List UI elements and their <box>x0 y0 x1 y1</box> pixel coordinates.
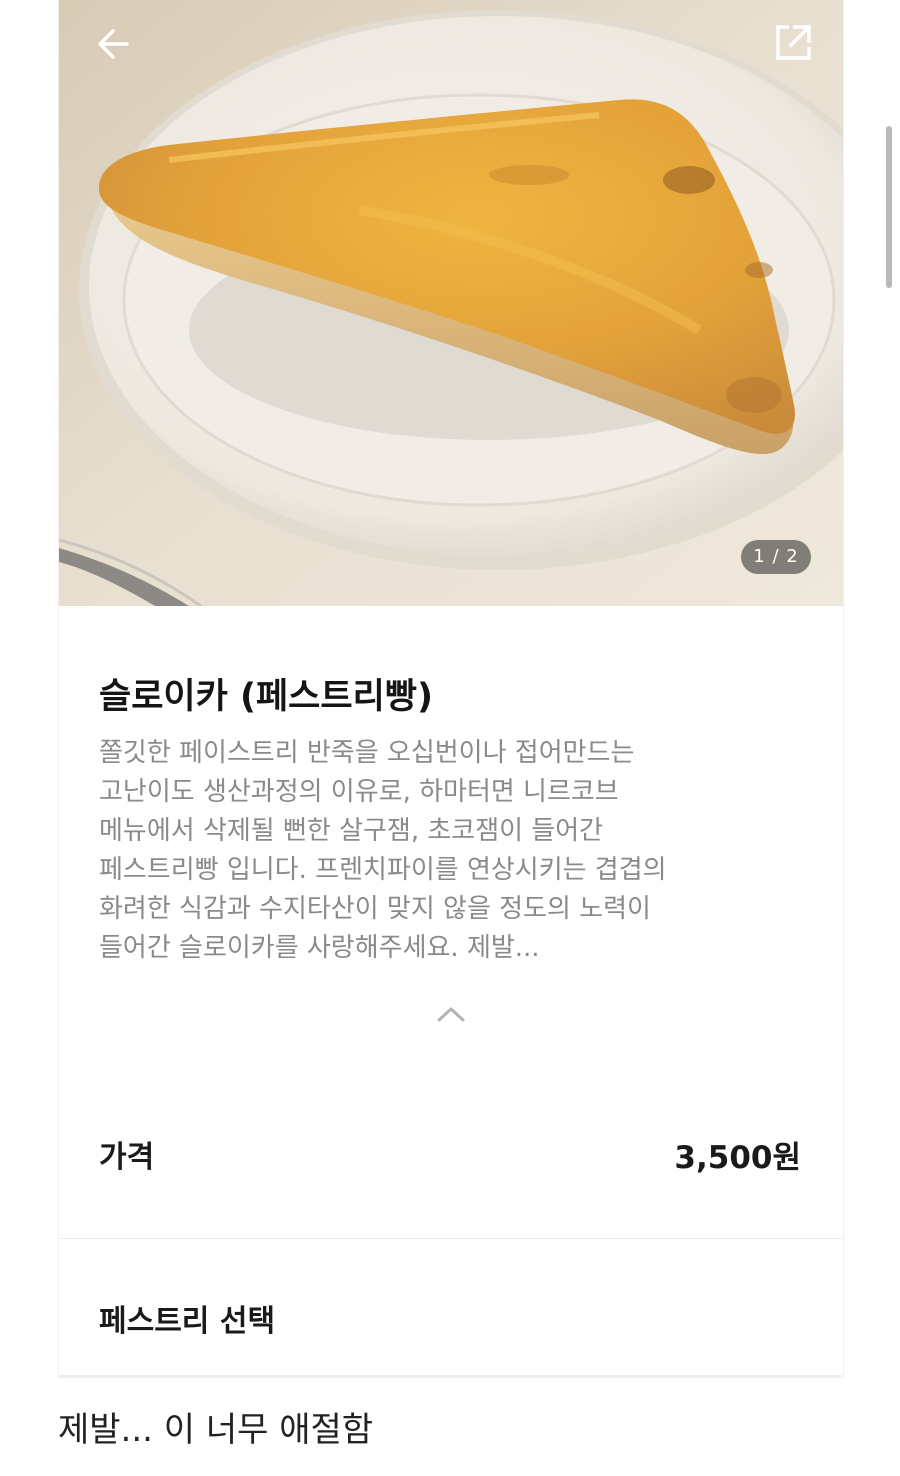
page: 1 / 2 슬로이카 (페스트리빵) 쫄깃한 페이스트리 반죽을 오십번이나 접… <box>0 0 900 1476</box>
product-detail-card: 1 / 2 슬로이카 (페스트리빵) 쫄깃한 페이스트리 반죽을 오십번이나 접… <box>58 0 844 1378</box>
share-button[interactable] <box>769 18 817 66</box>
collapse-description-button[interactable] <box>433 1000 469 1030</box>
back-button[interactable] <box>89 20 137 68</box>
scrollbar-thumb[interactable] <box>886 126 892 288</box>
image-counter: 1 / 2 <box>741 540 811 574</box>
description-line: 메뉴에서 삭제될 뻔한 살구잼, 초코잼이 들어간 <box>99 816 604 846</box>
description-line: 쫄깃한 페이스트리 반죽을 오십번이나 접어만드는 <box>99 738 635 768</box>
section-divider <box>59 1238 843 1239</box>
product-description: 쫄깃한 페이스트리 반죽을 오십번이나 접어만드는 고난이도 생산과정의 이유로… <box>99 734 799 968</box>
price-row: 가격 3,500원 <box>99 1132 801 1184</box>
pastry-photo <box>59 0 843 606</box>
price-label: 가격 <box>99 1140 155 1175</box>
description-line: 고난이도 생산과정의 이유로, 하마터면 니르코브 <box>99 777 619 807</box>
product-image[interactable]: 1 / 2 <box>59 0 843 606</box>
arrow-left-icon <box>98 29 129 59</box>
share-external-icon <box>776 24 812 60</box>
description-line: 화려한 식감과 수지타산이 맞지 않을 정도의 노력이 <box>99 894 651 924</box>
price-value: 3,500원 <box>674 1140 801 1176</box>
pastry-option-section[interactable]: 페스트리 선택 <box>99 1296 275 1348</box>
product-title: 슬로이카 (페스트리빵) <box>99 677 433 717</box>
description-line: 페스트리빵 입니다. 프렌치파이를 연상시키는 겹겹의 <box>99 855 667 885</box>
description-line: 들어간 슬로이카를 사랑해주세요. 제발... <box>99 933 540 963</box>
card-bottom-border <box>58 1375 842 1378</box>
caption-text: 제발... 이 너무 애절함 <box>58 1410 374 1450</box>
chevron-up-icon <box>437 1007 465 1022</box>
